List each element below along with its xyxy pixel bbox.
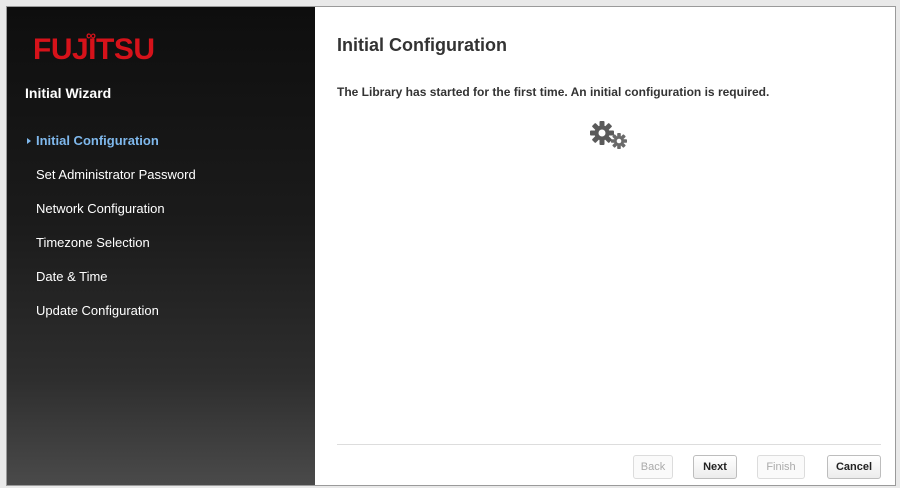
step-set-administrator-password[interactable]: Set Administrator Password: [7, 165, 315, 199]
step-label: Network Configuration: [36, 201, 165, 216]
step-label: Set Administrator Password: [36, 167, 196, 182]
wizard-title: Initial Wizard: [25, 85, 112, 101]
status-message: The Library has started for the first ti…: [337, 85, 770, 99]
page-title: Initial Configuration: [337, 35, 507, 55]
step-initial-configuration[interactable]: Initial Configuration: [7, 131, 315, 165]
step-date-time[interactable]: Date & Time: [7, 267, 315, 301]
finish-button[interactable]: Finish: [757, 455, 805, 479]
step-label: Timezone Selection: [36, 235, 150, 250]
active-step-arrow-icon: [27, 138, 31, 144]
wizard-steps-list: Initial Configuration Set Administrator …: [7, 131, 315, 335]
wizard-window: FUJITSU ∞ Initial Wizard Initial Configu…: [6, 6, 896, 486]
logo-infinity-mark-icon: ∞: [86, 27, 96, 43]
next-button[interactable]: Next: [693, 455, 737, 479]
step-network-configuration[interactable]: Network Configuration: [7, 199, 315, 233]
footer-divider: [337, 444, 881, 445]
cancel-button[interactable]: Cancel: [827, 455, 881, 479]
step-timezone-selection[interactable]: Timezone Selection: [7, 233, 315, 267]
gears-icon: [590, 121, 627, 149]
step-label: Date & Time: [36, 269, 108, 284]
step-label: Initial Configuration: [36, 133, 159, 148]
step-update-configuration[interactable]: Update Configuration: [7, 301, 315, 335]
wizard-sidebar: FUJITSU ∞ Initial Wizard Initial Configu…: [7, 7, 315, 485]
back-button[interactable]: Back: [633, 455, 673, 479]
step-label: Update Configuration: [36, 303, 159, 318]
fujitsu-logo: FUJITSU ∞: [33, 28, 155, 65]
wizard-content: Initial Configuration The Library has st…: [315, 7, 895, 485]
